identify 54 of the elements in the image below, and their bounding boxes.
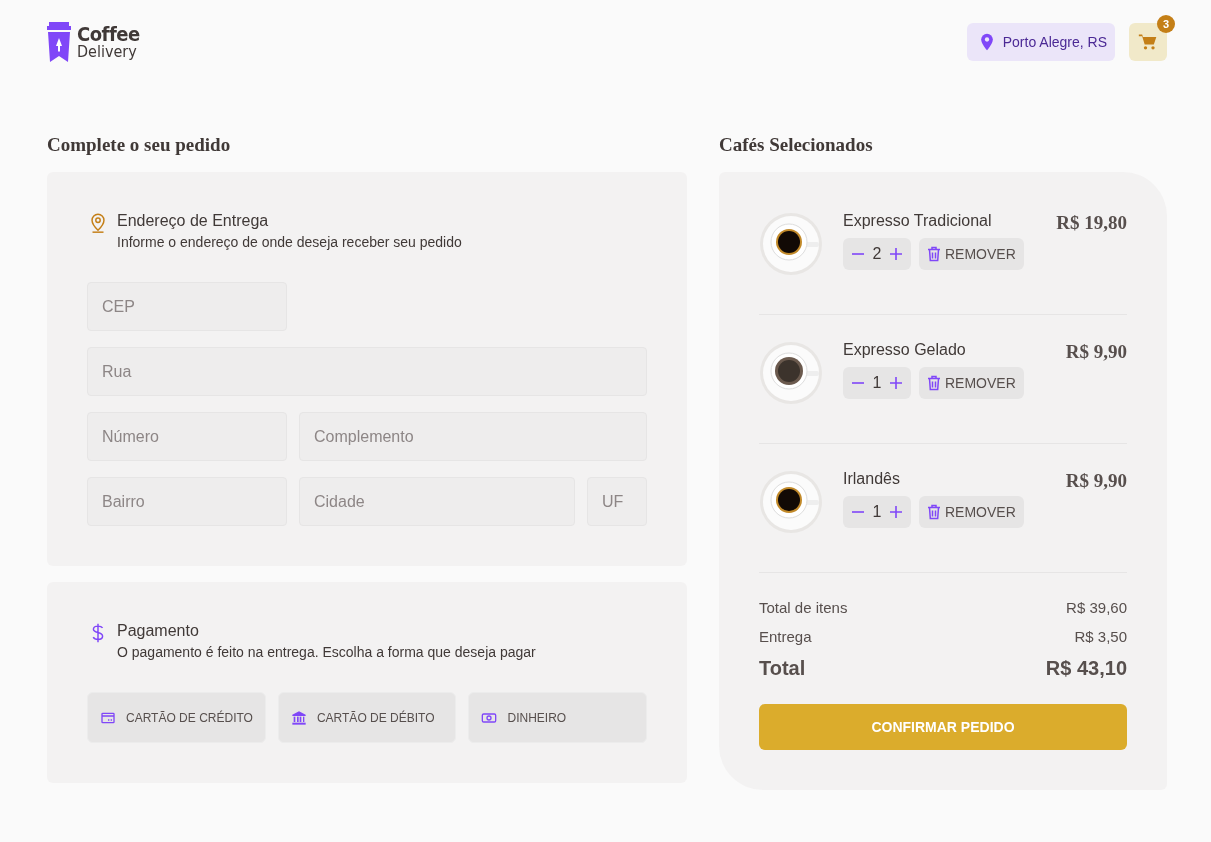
coffee-name: Irlandês (843, 470, 901, 488)
item-price: R$ 9,90 (1065, 341, 1127, 364)
location-badge[interactable]: Porto Alegre, RS (966, 23, 1115, 61)
input-field[interactable]: Rua (87, 347, 647, 396)
summary-value: R$ 43,10 (1045, 657, 1127, 680)
plus-icon[interactable] (889, 247, 903, 261)
summary-label: Total de itens (759, 599, 848, 616)
input-field[interactable]: Complemento (299, 412, 647, 461)
quantity-stepper[interactable]: 1 (843, 367, 911, 399)
trash-icon (927, 246, 941, 262)
item-price: R$ 9,90 (1065, 470, 1127, 493)
logo-subtext: Delivery (77, 44, 138, 60)
payment-option[interactable]: CARTÃO DE DÉBITO (277, 692, 457, 743)
summary-label: Entrega (759, 628, 812, 645)
coffee-cup-drawing (759, 341, 823, 405)
remove-button[interactable]: REMOVER (919, 496, 1024, 528)
cart-icon (1138, 32, 1158, 52)
summary-value: R$ 3,50 (1074, 628, 1127, 645)
quantity-stepper[interactable]: 2 (843, 238, 911, 270)
trash-icon (927, 375, 941, 391)
cart-count-badge: 3 (1157, 15, 1175, 33)
summary-value: R$ 39,60 (1066, 599, 1127, 616)
section-title: Complete o seu pedido (47, 134, 232, 156)
quantity-value: 1 (871, 374, 883, 392)
item-price: R$ 19,80 (1056, 212, 1127, 235)
input-field[interactable]: Bairro (87, 477, 287, 526)
input-field[interactable]: Cidade (299, 477, 575, 526)
logo-cup-icon (47, 22, 71, 62)
payment-option[interactable]: DINHEIRO (468, 692, 647, 743)
input-field[interactable]: UF (587, 477, 647, 526)
coffee-cup-drawing (759, 470, 823, 534)
card-title: Endereço de Entrega (117, 212, 270, 230)
plus-icon[interactable] (889, 505, 903, 519)
location-text: Porto Alegre, RS (1002, 34, 1107, 50)
input-field[interactable]: Número (87, 412, 287, 461)
logo-text: Coffee (77, 24, 140, 44)
card-subtitle: Informe o endereço de onde deseja receber seu pedido (117, 234, 462, 250)
card-title: Pagamento (117, 622, 200, 640)
coffee-name: Expresso Gelado (843, 341, 967, 359)
card-subtitle: O pagamento é feito na entrega. Escolha a forma que deseja pagar (117, 644, 536, 660)
bank-icon (290, 709, 307, 726)
remove-button[interactable]: REMOVER (919, 238, 1024, 270)
quantity-value: 2 (871, 245, 883, 263)
section-title: Cafés Selecionados (719, 134, 874, 156)
plus-icon[interactable] (889, 376, 903, 390)
coffee-name: Expresso Tradicional (843, 212, 993, 230)
quantity-stepper[interactable]: 1 (843, 496, 911, 528)
quantity-value: 1 (871, 503, 883, 521)
payment-option[interactable]: CARTÃO DE CRÉDITO (87, 692, 266, 743)
coffee-cup-drawing (759, 212, 823, 276)
trash-icon (927, 504, 941, 520)
remove-button[interactable]: REMOVER (919, 367, 1024, 399)
input-field[interactable]: CEP (87, 282, 287, 331)
summary-label: Total (759, 657, 806, 680)
